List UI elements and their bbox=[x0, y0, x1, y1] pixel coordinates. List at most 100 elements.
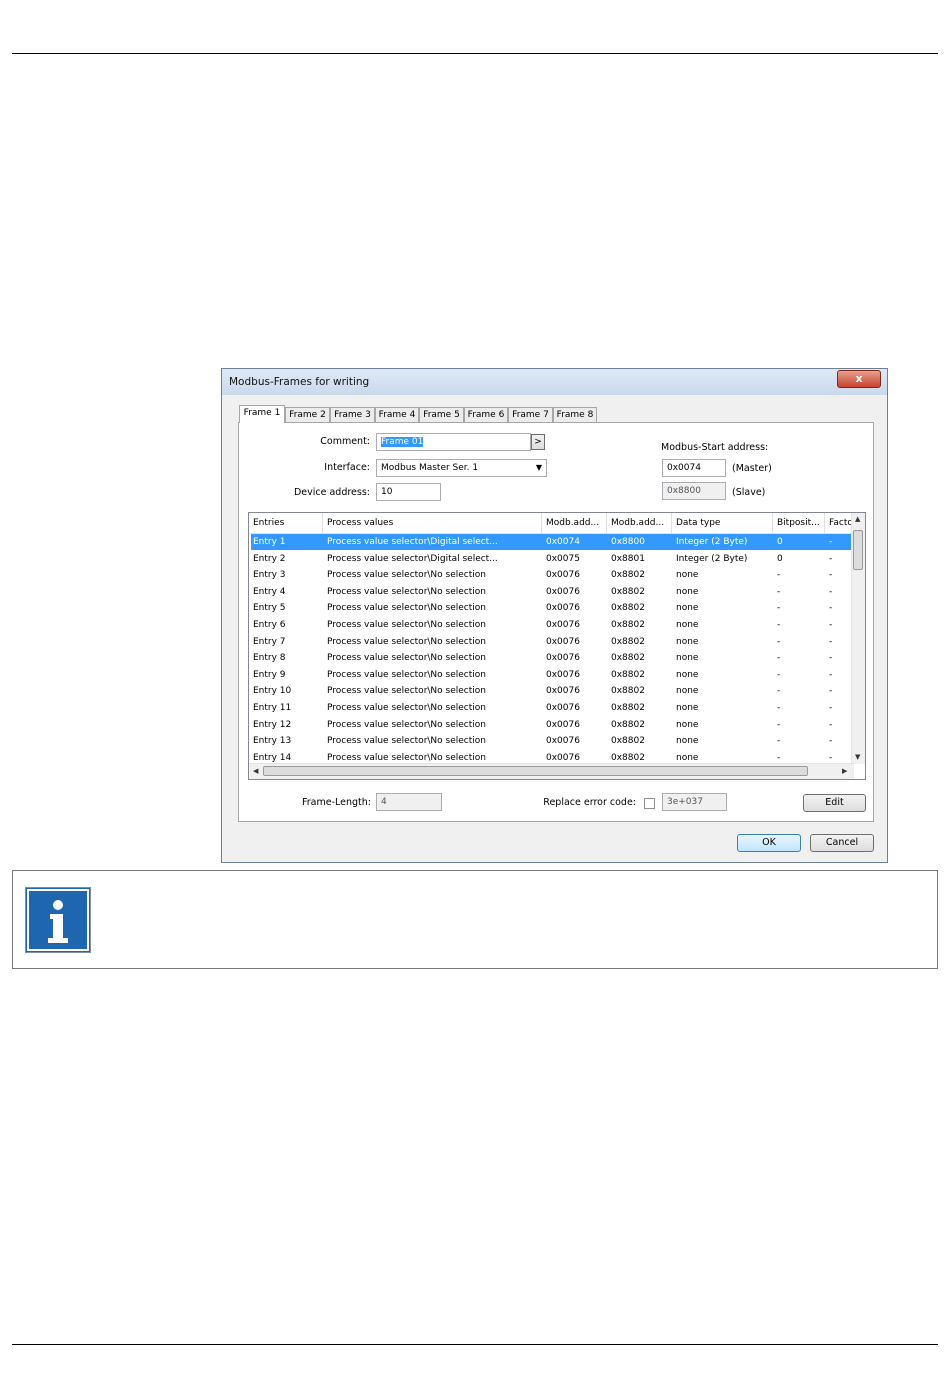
close-button[interactable]: x bbox=[837, 370, 881, 388]
table-cell: Entry 5 bbox=[253, 603, 286, 614]
table-cell: - bbox=[829, 703, 833, 713]
replace-error-label: Replace error code: bbox=[543, 797, 636, 808]
header-rule bbox=[12, 53, 938, 54]
table-row[interactable]: Entry 6 Process value selector\No selecti… bbox=[251, 617, 852, 633]
scroll-left-icon[interactable]: ◀ bbox=[253, 767, 258, 775]
table-row[interactable]: Entry 4 Process value selector\No selecti… bbox=[251, 584, 852, 600]
tab-frame-6[interactable]: Frame 6 bbox=[464, 407, 508, 422]
column-entries[interactable]: Entries bbox=[249, 513, 323, 533]
table-row[interactable]: Entry 2 Process value selector\Digital se… bbox=[251, 551, 852, 567]
table-cell: 0x8802 bbox=[611, 653, 645, 664]
horizontal-scroll-thumb[interactable] bbox=[263, 766, 808, 776]
column-process-values[interactable]: Process values bbox=[323, 513, 542, 533]
table-cell: Process value selector\No selection bbox=[327, 586, 486, 597]
master-label: (Master) bbox=[732, 463, 772, 474]
info-note-box bbox=[12, 870, 938, 969]
tab-frame-1[interactable]: Frame 1 bbox=[239, 405, 285, 423]
table-cell: Entry 2 bbox=[253, 553, 286, 564]
replace-error-checkbox[interactable] bbox=[644, 798, 655, 809]
tab-frame-8[interactable]: Frame 8 bbox=[553, 407, 597, 422]
table-row[interactable]: Entry 10 Process value selector\No select… bbox=[251, 683, 852, 699]
frame-panel: Comment: Frame 01 > Interface: Modbus Ma… bbox=[238, 422, 874, 822]
table-cell: 0x8802 bbox=[611, 686, 645, 697]
device-address-label: Device address: bbox=[293, 487, 370, 498]
table-cell: 0x0076 bbox=[546, 570, 580, 581]
vertical-scroll-thumb[interactable] bbox=[853, 530, 863, 570]
table-row[interactable]: Entry 12 Process value selector\No select… bbox=[251, 717, 852, 733]
table-cell: 0x8802 bbox=[611, 570, 645, 581]
scroll-right-icon[interactable]: ▶ bbox=[842, 767, 847, 775]
table-cell: Process value selector\Digital select... bbox=[327, 553, 498, 564]
table-cell: - bbox=[829, 570, 833, 581]
info-icon-graphic bbox=[27, 889, 89, 951]
table-row[interactable]: Entry 3 Process value selector\No selecti… bbox=[251, 567, 852, 583]
table-cell: none bbox=[676, 703, 699, 713]
table-cell: - bbox=[777, 686, 781, 697]
table-cell: none bbox=[676, 586, 699, 597]
device-address-field[interactable]: 10 bbox=[376, 483, 441, 501]
comment-expand-button[interactable]: > bbox=[531, 434, 545, 450]
table-row[interactable]: Entry 9 Process value selector\No selecti… bbox=[251, 667, 852, 683]
table-cell: Process value selector\No selection bbox=[327, 653, 486, 664]
table-row[interactable]: Entry 5 Process value selector\No selecti… bbox=[251, 600, 852, 616]
table-cell: - bbox=[777, 719, 781, 730]
table-cell: Entry 8 bbox=[253, 653, 286, 664]
frame-length-field: 4 bbox=[376, 793, 442, 811]
column-bitposition[interactable]: Bitposit... bbox=[773, 513, 825, 533]
ok-button[interactable]: OK bbox=[737, 834, 801, 852]
table-cell: 0x8802 bbox=[611, 620, 645, 630]
table-cell: 0x0076 bbox=[546, 636, 580, 647]
table-row[interactable]: Entry 7 Process value selector\No selecti… bbox=[251, 634, 852, 650]
table-cell: Process value selector\No selection bbox=[327, 719, 486, 730]
table-cell: Entry 12 bbox=[253, 719, 292, 730]
column-factor[interactable]: Facto bbox=[825, 513, 854, 533]
table-row[interactable]: Entry 13 Process value selector\No select… bbox=[251, 733, 852, 749]
tab-frame-3[interactable]: Frame 3 bbox=[330, 407, 375, 422]
table-cell: 0x0076 bbox=[546, 686, 580, 697]
table-cell: 0x0076 bbox=[546, 669, 580, 680]
table-cell: Entry 9 bbox=[253, 669, 286, 680]
table-cell: - bbox=[829, 686, 833, 697]
scroll-down-icon[interactable]: ▼ bbox=[855, 753, 860, 761]
edit-button[interactable]: Edit bbox=[803, 794, 866, 812]
table-cell: - bbox=[829, 719, 833, 730]
table-cell: none bbox=[676, 570, 699, 581]
table-row[interactable]: Entry 11 Process value selector\No select… bbox=[251, 700, 852, 716]
table-cell: Process value selector\No selection bbox=[327, 636, 486, 647]
tab-frame-5[interactable]: Frame 5 bbox=[419, 407, 464, 422]
table-cell: - bbox=[777, 636, 781, 647]
table-cell: 0x0076 bbox=[546, 719, 580, 730]
table-cell: none bbox=[676, 669, 699, 680]
table-header: Entries Process values Modb.add... Modb.… bbox=[249, 513, 854, 534]
table-cell: 0x8802 bbox=[611, 586, 645, 597]
master-address-field[interactable]: 0x0074 bbox=[662, 459, 726, 477]
replace-error-field: 3e+037 bbox=[662, 793, 727, 811]
column-modbus-address-slave[interactable]: Modb.add... bbox=[607, 513, 672, 533]
comment-field[interactable]: Frame 01 bbox=[376, 433, 531, 451]
interface-select[interactable]: Modbus Master Ser. 1 ▼ bbox=[376, 459, 547, 477]
tab-frame-7[interactable]: Frame 7 bbox=[508, 407, 553, 422]
tab-frame-2[interactable]: Frame 2 bbox=[285, 407, 330, 422]
table-row[interactable]: Entry 8 Process value selector\No selecti… bbox=[251, 650, 852, 666]
slave-address-field: 0x8800 bbox=[662, 482, 726, 500]
vertical-scrollbar[interactable]: ▲ ▼ bbox=[851, 513, 865, 764]
table-cell: - bbox=[777, 620, 781, 630]
table-cell: Entry 11 bbox=[253, 703, 292, 713]
table-cell: Process value selector\No selection bbox=[327, 570, 486, 581]
cancel-button[interactable]: Cancel bbox=[810, 834, 874, 852]
table-cell: - bbox=[829, 553, 833, 564]
tab-frame-4[interactable]: Frame 4 bbox=[375, 407, 419, 422]
table-cell: none bbox=[676, 719, 699, 730]
footer-rule bbox=[12, 1344, 938, 1345]
table-cell: - bbox=[777, 586, 781, 597]
column-modbus-address-master[interactable]: Modb.add... bbox=[542, 513, 607, 533]
table-cell: Process value selector\No selection bbox=[327, 620, 486, 630]
scroll-up-icon[interactable]: ▲ bbox=[855, 515, 860, 523]
column-data-type[interactable]: Data type bbox=[672, 513, 773, 533]
horizontal-scrollbar[interactable]: ◀ ▶ bbox=[249, 763, 854, 779]
table-cell: 0x0076 bbox=[546, 586, 580, 597]
table-cell: 0x0075 bbox=[546, 553, 580, 564]
table-cell: Integer (2 Byte) bbox=[676, 553, 748, 564]
interface-label: Interface: bbox=[324, 462, 370, 473]
table-row[interactable]: Entry 1 Process value selector\Digital se… bbox=[251, 534, 852, 550]
